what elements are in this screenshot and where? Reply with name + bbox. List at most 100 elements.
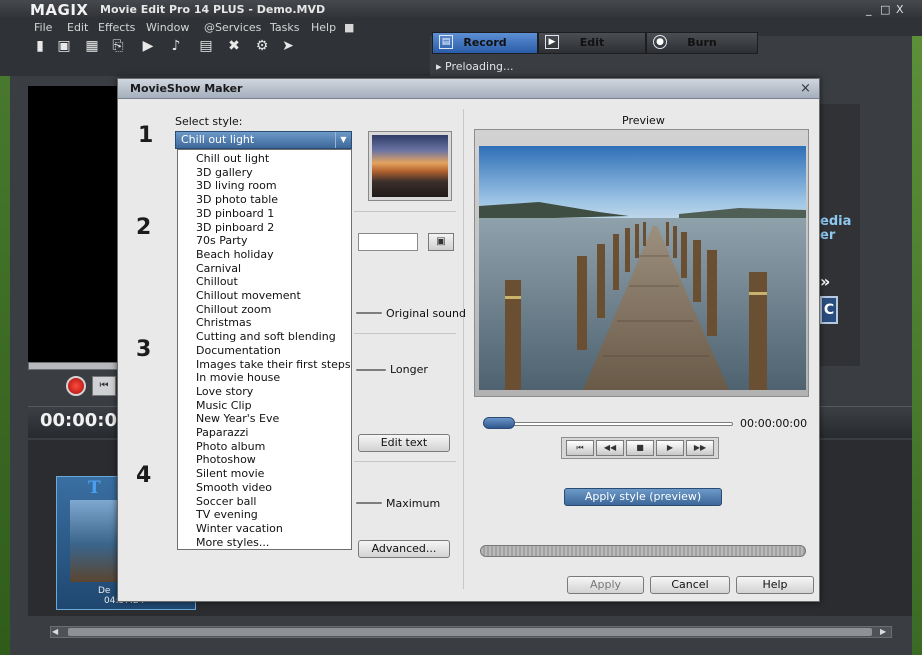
style-dropdown[interactable]: Chill out light ▼ [175, 131, 352, 149]
edit-text-button[interactable]: Edit text [358, 434, 450, 452]
skip-to-start-icon[interactable]: ⏮ [566, 440, 594, 456]
menu-edit[interactable]: Edit [67, 21, 88, 34]
save-icon[interactable]: ▦ [84, 38, 100, 54]
menu-window[interactable]: Window [146, 21, 189, 34]
tab-burn[interactable]: ● Burn [646, 32, 758, 54]
close-button[interactable]: X [896, 3, 904, 16]
cut-icon[interactable]: ✖ [226, 38, 242, 54]
help-button[interactable]: Help [736, 576, 814, 594]
window-title: Movie Edit Pro 14 PLUS - Demo.MVD [100, 3, 326, 16]
list-item[interactable]: Images take their first steps [196, 358, 351, 371]
list-item[interactable]: Cutting and soft blending [196, 330, 336, 343]
play-icon[interactable]: ▶ [656, 440, 684, 456]
list-item[interactable]: 3D photo table [196, 193, 278, 206]
movieshow-maker-dialog: MovieShow Maker × 1 2 3 4 Select style: … [117, 78, 820, 602]
monitor-scrollbar[interactable] [28, 362, 120, 370]
help-book-icon[interactable]: ■ [344, 21, 354, 34]
clip-thumbnail [70, 500, 120, 582]
scrollbar-thumb[interactable] [68, 628, 872, 636]
maximize-button[interactable]: □ [880, 3, 890, 16]
status-text: ▸ Preloading... [436, 60, 514, 73]
preview-time: 00:00:00:00 [740, 417, 808, 430]
list-item[interactable]: Soccer ball [196, 495, 256, 508]
list-item[interactable]: In movie house [196, 371, 280, 384]
list-item[interactable]: Winter vacation [196, 522, 283, 535]
list-item[interactable]: New Year's Eve [196, 412, 279, 425]
menu-file[interactable]: File [34, 21, 52, 34]
list-item[interactable]: Music Clip [196, 399, 252, 412]
style-list: Chill out light 3D gallery 3D living roo… [177, 149, 352, 550]
menu-effects[interactable]: Effects [98, 21, 135, 34]
list-item[interactable]: More styles... [196, 536, 269, 549]
side-panel-text: er [820, 228, 836, 243]
minimize-button[interactable]: _ [866, 3, 872, 16]
sound-slider[interactable] [356, 312, 382, 314]
list-item[interactable]: Documentation [196, 344, 281, 357]
side-panel-button[interactable]: C [820, 296, 838, 324]
preview-image [479, 146, 806, 390]
scroll-left-icon[interactable]: ◀ [52, 627, 58, 636]
apply-button[interactable]: Apply [567, 576, 644, 594]
rewind-icon[interactable]: ◀◀ [596, 440, 624, 456]
original-sound-label: Original sound [386, 307, 466, 320]
record-video-icon[interactable]: ▶ [140, 38, 156, 54]
new-file-icon[interactable]: ▮ [32, 38, 48, 54]
dialog-title: MovieShow Maker [130, 82, 243, 95]
step-3-number: 3 [136, 337, 152, 362]
tab-record[interactable]: ▤ Record [432, 32, 538, 54]
record-button[interactable] [66, 376, 86, 396]
list-item[interactable]: Silent movie [196, 467, 264, 480]
cancel-button[interactable]: Cancel [650, 576, 730, 594]
skip-back-button[interactable]: ⏮ [92, 376, 116, 396]
list-item[interactable]: Smooth video [196, 481, 272, 494]
media-icon[interactable]: ▤ [198, 38, 214, 54]
fast-forward-icon[interactable]: ▶▶ [686, 440, 714, 456]
import-icon[interactable]: ⎘ [110, 38, 126, 54]
stop-icon[interactable]: ■ [626, 440, 654, 456]
clip-name: De [98, 586, 111, 596]
menu-tasks[interactable]: Tasks [270, 21, 299, 34]
list-item[interactable]: Chill out light [196, 152, 269, 165]
advanced-button[interactable]: Advanced... [358, 540, 450, 558]
preview-progress-track[interactable] [483, 422, 733, 426]
music-file-field[interactable] [358, 233, 418, 251]
help-pointer-icon[interactable]: ➤ [280, 38, 296, 54]
step-1-number: 1 [138, 123, 154, 148]
open-folder-icon[interactable]: ▣ [56, 38, 72, 54]
list-item[interactable]: Chillout zoom [196, 303, 271, 316]
effects-slider[interactable] [356, 502, 382, 504]
dialog-close-button[interactable]: × [800, 81, 811, 96]
list-item[interactable]: Love story [196, 385, 253, 398]
list-item[interactable]: 70s Party [196, 234, 247, 247]
select-style-label: Select style: [175, 115, 243, 128]
list-item[interactable]: Photoshow [196, 453, 256, 466]
duration-slider[interactable] [356, 369, 386, 371]
pier-scene [479, 146, 806, 390]
list-item[interactable]: 3D gallery [196, 166, 253, 179]
list-item[interactable]: Christmas [196, 316, 251, 329]
list-item[interactable]: Beach holiday [196, 248, 274, 261]
list-item[interactable]: 3D living room [196, 179, 277, 192]
magix-logo: MAGIX [30, 1, 89, 19]
preview-label: Preview [622, 114, 665, 127]
longer-label: Longer [390, 363, 428, 376]
menu-help[interactable]: Help [311, 21, 336, 34]
scroll-right-icon[interactable]: ▶ [880, 627, 886, 636]
list-item[interactable]: Paparazzi [196, 426, 248, 439]
list-item[interactable]: 3D pinboard 1 [196, 207, 274, 220]
list-item[interactable]: Chillout [196, 275, 238, 288]
browse-folder-button[interactable]: ▣ [428, 233, 454, 251]
apply-style-preview-button[interactable]: Apply style (preview) [564, 488, 722, 506]
list-item[interactable]: TV evening [196, 508, 258, 521]
list-item[interactable]: Photo album [196, 440, 265, 453]
list-item[interactable]: Chillout movement [196, 289, 301, 302]
next-arrow-icon[interactable]: » [820, 272, 830, 291]
menu-services[interactable]: @Services [204, 21, 261, 34]
tab-edit[interactable]: ▶ Edit [538, 32, 646, 54]
chevron-down-icon[interactable]: ▼ [335, 132, 351, 148]
preview-progress-knob[interactable] [483, 417, 515, 429]
music-note-icon[interactable]: ♪ [168, 38, 184, 54]
list-item[interactable]: Carnival [196, 262, 241, 275]
settings-icon[interactable]: ⚙ [254, 38, 270, 54]
list-item[interactable]: 3D pinboard 2 [196, 221, 274, 234]
